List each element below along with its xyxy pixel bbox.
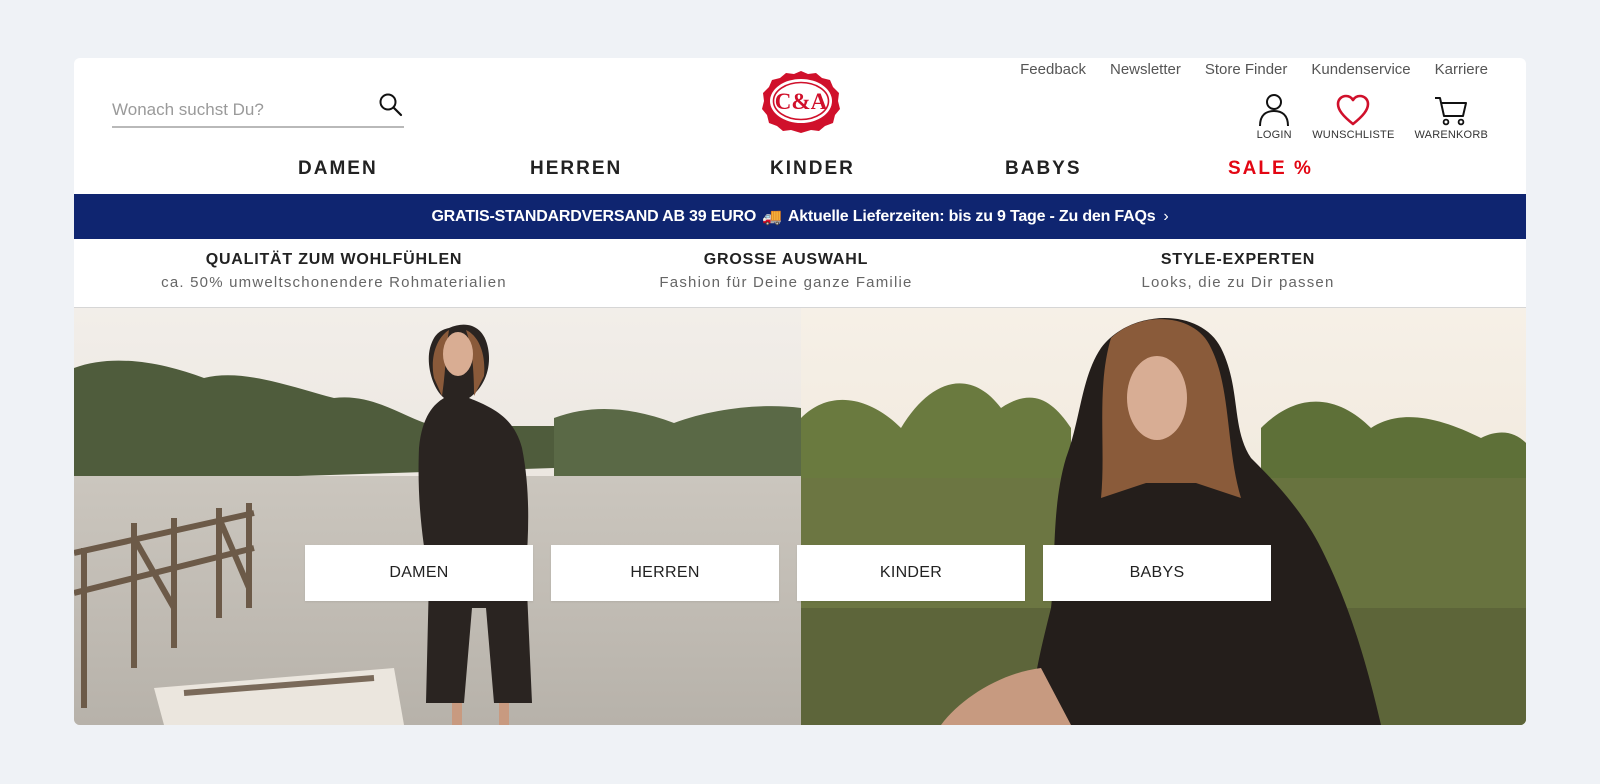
header-actions: LOGIN WUNSCHLISTE WARENKORB [1256, 93, 1488, 141]
usp-bar: QUALITÄT ZUM WOHLFÜHLEN ca. 50% umweltsc… [74, 239, 1526, 308]
truck-icon: 🚚 [762, 208, 782, 226]
usp-subtitle: Looks, die zu Dir passen [1141, 274, 1335, 291]
nav-item-damen[interactable]: DAMEN [298, 158, 378, 180]
hero-button-babys[interactable]: BABYS [1043, 545, 1271, 601]
hero-image-left[interactable] [74, 308, 801, 725]
usp-quality: QUALITÄT ZUM WOHLFÜHLEN ca. 50% umweltsc… [104, 251, 564, 291]
usp-title: STYLE-EXPERTEN [1160, 251, 1316, 268]
usp-subtitle: Fashion für Deine ganze Familie [659, 274, 913, 291]
cart-icon [1435, 97, 1468, 126]
login-label: LOGIN [1256, 129, 1292, 141]
main-nav: DAMEN HERREN KINDER BABYS SALE % [74, 158, 1526, 190]
nav-item-kinder[interactable]: KINDER [770, 158, 855, 180]
search-bar [112, 88, 404, 128]
heart-icon [1337, 94, 1370, 126]
hero-image-right[interactable] [801, 308, 1526, 725]
service-link-kundenservice[interactable]: Kundenservice [1311, 61, 1410, 78]
hero-category-buttons: DAMEN HERREN KINDER BABYS [74, 545, 1526, 601]
chevron-right-icon: › [1163, 207, 1169, 225]
usp-subtitle: ca. 50% umweltschonendere Rohmaterialien [161, 274, 507, 291]
service-link-feedback[interactable]: Feedback [1020, 61, 1086, 78]
wishlist-label: WUNSCHLISTE [1312, 129, 1395, 141]
search-input[interactable] [112, 92, 362, 128]
nav-item-herren[interactable]: HERREN [530, 158, 622, 180]
usp-title: GROSSE AUSWAHL [703, 251, 869, 268]
wishlist-button[interactable]: WUNSCHLISTE [1312, 93, 1394, 141]
usp-style: STYLE-EXPERTEN Looks, die zu Dir passen [1008, 251, 1468, 291]
brand-logo[interactable]: C&A [760, 69, 842, 133]
banner-delivery-text: Aktuelle Lieferzeiten: bis zu 9 Tage - Z… [787, 207, 1156, 225]
page-card: C&A Feedback Newsletter Store Finder Kun… [74, 58, 1526, 725]
cart-button[interactable]: WARENKORB [1414, 93, 1488, 141]
usp-title: QUALITÄT ZUM WOHLFÜHLEN [205, 251, 463, 268]
user-icon [1259, 94, 1290, 127]
usp-selection: GROSSE AUSWAHL Fashion für Deine ganze F… [556, 251, 1016, 291]
nav-item-sale[interactable]: SALE % [1228, 158, 1313, 180]
site-header: C&A Feedback Newsletter Store Finder Kun… [74, 58, 1526, 194]
search-icon[interactable] [378, 92, 404, 118]
cart-label: WARENKORB [1414, 129, 1488, 141]
shipping-banner[interactable]: GRATIS-STANDARDVERSAND AB 39 EURO 🚚 Aktu… [74, 194, 1526, 239]
hero-button-damen[interactable]: DAMEN [305, 545, 533, 601]
hero-button-kinder[interactable]: KINDER [797, 545, 1025, 601]
banner-shipping-text: GRATIS-STANDARDVERSAND AB 39 EURO [431, 207, 757, 225]
service-link-store-finder[interactable]: Store Finder [1205, 61, 1288, 78]
service-links: Feedback Newsletter Store Finder Kundens… [1020, 61, 1488, 78]
nav-item-babys[interactable]: BABYS [1005, 158, 1082, 180]
hero-section: DAMEN HERREN KINDER BABYS [74, 308, 1526, 725]
hero-button-herren[interactable]: HERREN [551, 545, 779, 601]
login-button[interactable]: LOGIN [1256, 93, 1292, 141]
brand-logo-text: C&A [775, 89, 828, 114]
service-link-newsletter[interactable]: Newsletter [1110, 61, 1181, 78]
service-link-karriere[interactable]: Karriere [1435, 61, 1488, 78]
